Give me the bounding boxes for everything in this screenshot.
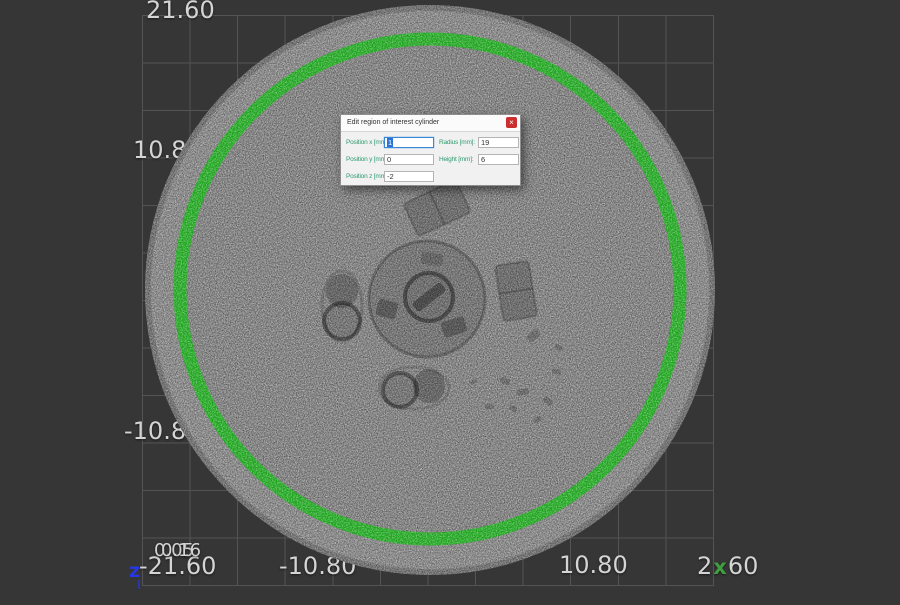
position-y-label: Position y [mm]: bbox=[346, 154, 389, 165]
position-z-value: -2 bbox=[387, 172, 394, 181]
position-x-input[interactable]: 1 bbox=[384, 137, 434, 148]
position-x-label: Position x [mm]: bbox=[346, 137, 389, 148]
height-input[interactable]: 6 bbox=[478, 154, 519, 165]
height-value: 6 bbox=[481, 155, 485, 164]
dialog-close-button[interactable]: × bbox=[506, 117, 517, 128]
position-z-input[interactable]: -2 bbox=[384, 171, 434, 182]
ct-slice-view bbox=[0, 0, 900, 600]
radius-value: 19 bbox=[481, 138, 489, 147]
position-z-label: Position z [mm]: bbox=[346, 171, 389, 182]
position-y-value: 0 bbox=[387, 155, 391, 164]
roi-edit-dialog: Edit region of interest cylinder × Posit… bbox=[340, 114, 521, 186]
height-label: Height [mm]: bbox=[439, 154, 473, 165]
radius-input[interactable]: 19 bbox=[478, 137, 519, 148]
viewport-canvas[interactable] bbox=[0, 0, 900, 600]
z-axis-marker: z bbox=[129, 560, 140, 582]
position-x-value: 1 bbox=[387, 138, 393, 147]
dialog-title: Edit region of interest cylinder bbox=[347, 119, 439, 126]
z-axis-line bbox=[138, 580, 140, 589]
radius-label: Radius [mm]: bbox=[439, 137, 475, 148]
position-y-input[interactable]: 0 bbox=[384, 154, 434, 165]
dialog-title-bar[interactable]: Edit region of interest cylinder × bbox=[341, 115, 520, 132]
